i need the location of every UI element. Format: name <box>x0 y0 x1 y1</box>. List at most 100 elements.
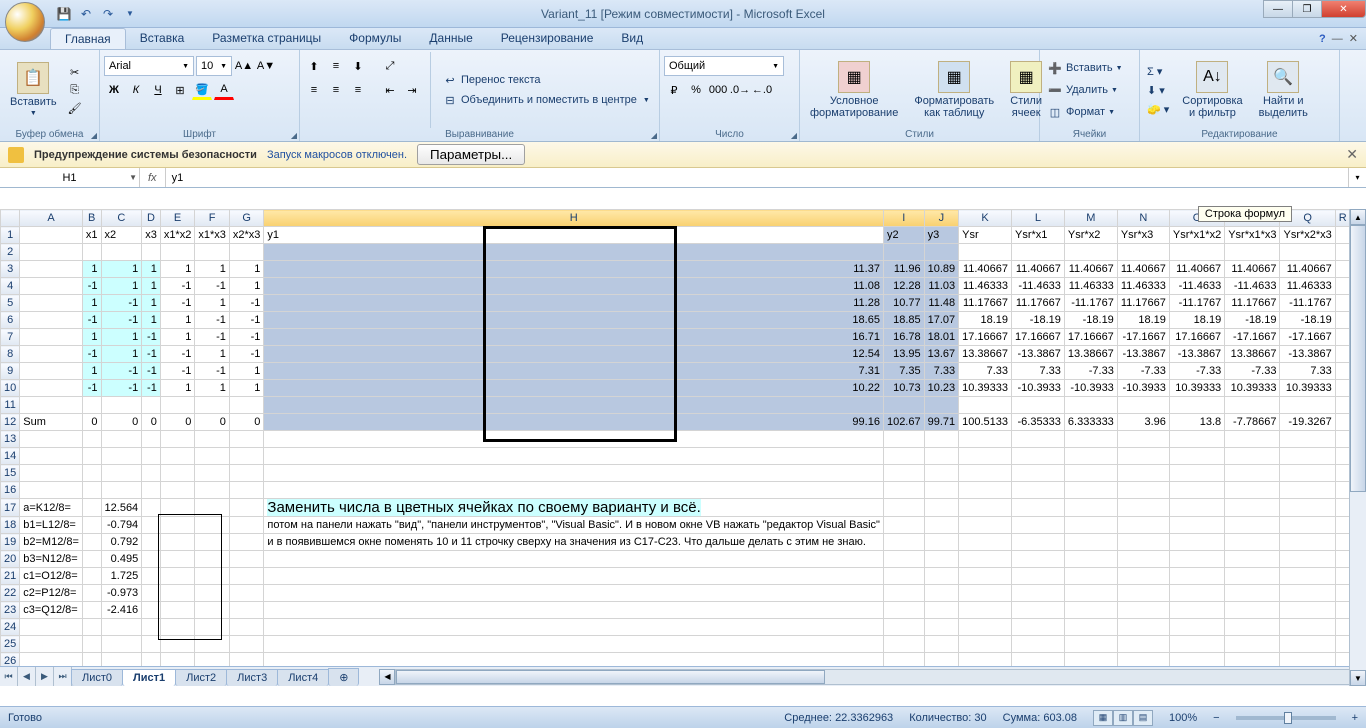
cell[interactable] <box>1117 448 1169 465</box>
cell[interactable] <box>160 244 195 261</box>
cell[interactable] <box>1169 397 1224 414</box>
view-pagebreak-icon[interactable]: ▤ <box>1133 710 1153 726</box>
cell[interactable] <box>264 465 884 482</box>
cell[interactable]: 1 <box>229 278 264 295</box>
cell[interactable] <box>883 244 924 261</box>
cell[interactable] <box>1335 346 1350 363</box>
cell[interactable] <box>883 585 924 602</box>
cell[interactable]: -11.4633 <box>1225 278 1280 295</box>
cell[interactable] <box>229 397 264 414</box>
cell[interactable]: 1 <box>142 261 161 278</box>
cell[interactable] <box>924 636 959 653</box>
cell[interactable]: 10.39333 <box>1225 380 1280 397</box>
cell[interactable] <box>229 517 264 534</box>
cell[interactable]: -1 <box>101 312 142 329</box>
cell[interactable]: x2 <box>101 227 142 244</box>
cell[interactable]: -11.4633 <box>1012 278 1065 295</box>
align-top-icon[interactable]: ⬆ <box>304 56 324 76</box>
fill-icon[interactable]: ⬇ ▾ <box>1144 83 1172 98</box>
cell[interactable] <box>1335 653 1350 667</box>
cell[interactable]: 17.16667 <box>1064 329 1117 346</box>
cell[interactable]: 102.67 <box>883 414 924 431</box>
cell[interactable]: 18.01 <box>924 329 959 346</box>
col-header[interactable]: A <box>20 210 83 227</box>
fx-icon[interactable]: fx <box>144 172 161 184</box>
cell[interactable]: 11.40667 <box>1169 261 1224 278</box>
view-layout-icon[interactable]: ▥ <box>1113 710 1133 726</box>
cell[interactable]: Ysr*x3 <box>1117 227 1169 244</box>
redo-icon[interactable]: ↷ <box>99 5 117 23</box>
cell[interactable]: -10.3933 <box>1117 380 1169 397</box>
delete-cells-button[interactable]: ➖Удалить▼ <box>1044 81 1126 99</box>
cell[interactable]: 11.17667 <box>1225 295 1280 312</box>
security-close-icon[interactable]: ✕ <box>1346 146 1358 163</box>
cell[interactable] <box>142 465 161 482</box>
cell[interactable] <box>883 517 924 534</box>
cell[interactable] <box>264 397 884 414</box>
cell[interactable] <box>1335 244 1350 261</box>
cell[interactable] <box>1225 619 1280 636</box>
cell[interactable] <box>160 568 195 585</box>
sheet-tab[interactable]: Лист2 <box>175 669 227 686</box>
cell[interactable] <box>82 244 101 261</box>
cell[interactable] <box>1064 551 1117 568</box>
cell[interactable]: -18.19 <box>1012 312 1065 329</box>
cell[interactable]: -13.3867 <box>1012 346 1065 363</box>
cell[interactable]: 1 <box>195 295 230 312</box>
cell[interactable]: -13.3867 <box>1280 346 1335 363</box>
col-header[interactable]: L <box>1012 210 1065 227</box>
cell[interactable] <box>883 636 924 653</box>
qat-customize-icon[interactable]: ▼ <box>121 5 139 23</box>
cell[interactable]: 1 <box>101 329 142 346</box>
cell[interactable] <box>101 448 142 465</box>
tab-data[interactable]: Данные <box>415 28 486 49</box>
cell[interactable]: c2=P12/8= <box>20 585 83 602</box>
cell[interactable] <box>1280 585 1335 602</box>
cell[interactable] <box>264 568 884 585</box>
cell[interactable]: -6.35333 <box>1012 414 1065 431</box>
cell[interactable] <box>1335 261 1350 278</box>
cell[interactable] <box>1169 431 1224 448</box>
cell[interactable] <box>101 431 142 448</box>
cell[interactable] <box>1280 636 1335 653</box>
cell[interactable]: -1 <box>101 380 142 397</box>
row-header[interactable]: 5 <box>1 295 20 312</box>
alignment-launcher-icon[interactable]: ◢ <box>651 131 657 140</box>
cell[interactable]: x1*x3 <box>195 227 230 244</box>
cell[interactable] <box>195 465 230 482</box>
cell[interactable] <box>1064 636 1117 653</box>
undo-icon[interactable]: ↶ <box>77 5 95 23</box>
cell[interactable]: 11.40667 <box>1012 261 1065 278</box>
cell[interactable] <box>1225 568 1280 585</box>
cell[interactable] <box>20 363 83 380</box>
align-left-icon[interactable]: ≡ <box>304 80 324 100</box>
cell[interactable] <box>1169 534 1224 551</box>
cell[interactable] <box>160 397 195 414</box>
cell[interactable]: -1 <box>160 346 195 363</box>
cell[interactable]: 13.67 <box>924 346 959 363</box>
col-header[interactable]: I <box>883 210 924 227</box>
cell[interactable]: -1 <box>229 312 264 329</box>
cell[interactable] <box>1225 397 1280 414</box>
security-options-button[interactable]: Параметры... <box>417 144 525 165</box>
cell[interactable]: -1 <box>160 278 195 295</box>
save-icon[interactable]: 💾 <box>55 5 73 23</box>
select-all-corner[interactable] <box>1 210 20 227</box>
cell[interactable]: 1 <box>229 380 264 397</box>
cell[interactable] <box>1064 431 1117 448</box>
tab-first-icon[interactable]: ⏮ <box>0 667 18 686</box>
cell[interactable]: 7.33 <box>1280 363 1335 380</box>
tab-home[interactable]: Главная <box>50 28 126 49</box>
cell[interactable] <box>1012 551 1065 568</box>
cell[interactable] <box>20 227 83 244</box>
cell[interactable] <box>20 619 83 636</box>
cell[interactable]: -1 <box>82 346 101 363</box>
cell[interactable]: 13.38667 <box>959 346 1012 363</box>
cell[interactable] <box>20 397 83 414</box>
row-header[interactable]: 21 <box>1 568 20 585</box>
cell[interactable] <box>82 568 101 585</box>
cell[interactable]: -7.33 <box>1169 363 1224 380</box>
clear-icon[interactable]: 🧽 ▾ <box>1144 102 1172 117</box>
cell[interactable] <box>82 534 101 551</box>
row-header[interactable]: 3 <box>1 261 20 278</box>
